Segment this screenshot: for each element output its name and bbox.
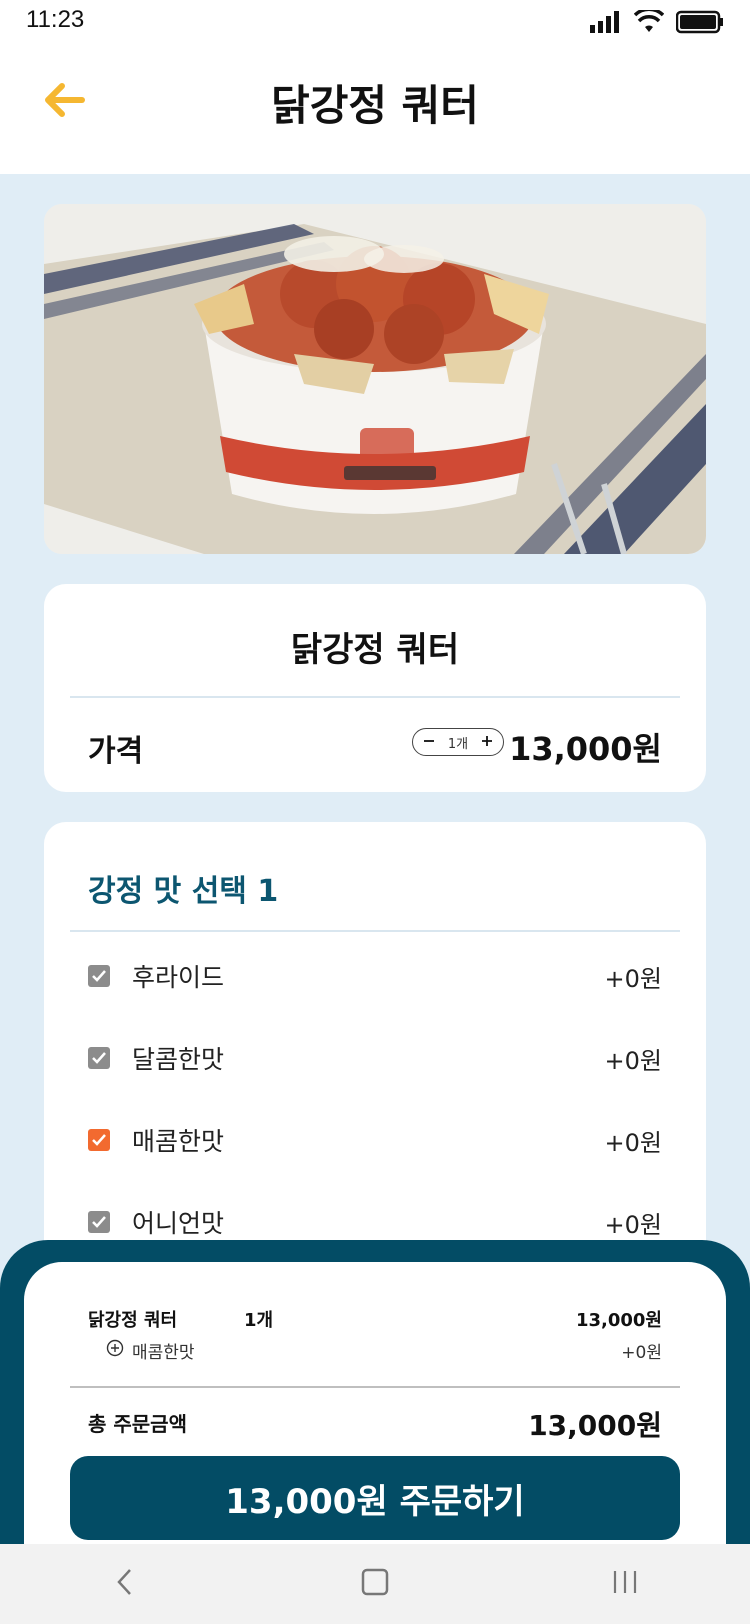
order-button[interactable]: 13,000원 주문하기 (70, 1456, 680, 1540)
minus-icon (423, 731, 435, 752)
header: 닭강정 쿼터 (0, 46, 750, 174)
summary-divider (70, 1386, 680, 1388)
quantity-stepper: 1개 (412, 728, 504, 756)
product-name: 닭강정 쿼터 (290, 630, 460, 670)
option-price: +0원 (604, 1128, 662, 1157)
divider (70, 930, 680, 932)
divider (70, 696, 680, 698)
option-label: 어니언맛 (132, 1209, 225, 1238)
checkbox[interactable] (88, 1047, 110, 1069)
quantity-value: 1개 (447, 736, 469, 752)
summary-item-price: 13,000원 (575, 1310, 662, 1331)
price-label: 가격 (88, 734, 144, 769)
product-card: 닭강정 쿼터 가격 1개 13,000원 (44, 584, 706, 792)
option-label: 달콤한맛 (132, 1045, 225, 1074)
total-value: 13,000원 (528, 1409, 662, 1442)
option-label: 매콤한맛 (132, 1127, 225, 1156)
chevron-left-icon (115, 1567, 135, 1601)
summary-item-name: 닭강정 쿼터 (88, 1310, 178, 1331)
checkbox[interactable] (88, 965, 110, 987)
recents-icon (612, 1569, 638, 1599)
page-title: 닭강정 쿼터 (271, 81, 479, 130)
total-label: 총 주문금액 (88, 1412, 187, 1436)
summary-option-price: +0원 (621, 1343, 662, 1363)
wifi-icon (633, 7, 665, 38)
option-item-spicy[interactable]: 매콤한맛 +0원 (88, 1120, 662, 1160)
summary-option-name: 매콤한맛 (132, 1343, 195, 1363)
option-price: +0원 (604, 1210, 662, 1239)
nav-back-button[interactable] (85, 1554, 165, 1614)
option-price: +0원 (604, 964, 662, 993)
summary-item-qty: 1개 (244, 1310, 274, 1331)
option-item-onion[interactable]: 어니언맛 +0원 (88, 1202, 662, 1242)
option-item-sweet[interactable]: 달콤한맛 +0원 (88, 1038, 662, 1078)
nav-home-button[interactable] (335, 1554, 415, 1614)
status-time: 11:23 (26, 6, 85, 33)
checkbox[interactable] (88, 1211, 110, 1233)
status-bar: 11:23 (0, 0, 750, 46)
options-card: 강정 맛 선택 1 후라이드 +0원 달콤한맛 +0원 매콤한맛 +0원 어니언… (44, 822, 706, 1262)
summary-option: 매콤한맛 (106, 1338, 195, 1363)
option-item-fried[interactable]: 후라이드 +0원 (88, 956, 662, 996)
plus-icon (481, 731, 493, 752)
product-price: 13,000원 (509, 730, 662, 768)
minus-button[interactable] (423, 733, 435, 751)
options-title: 강정 맛 선택 1 (88, 874, 279, 909)
status-icons (590, 7, 724, 38)
system-nav-bar (0, 1544, 750, 1624)
app-screen: 11:23 닭강정 쿼터 닭강정 쿼터 가격 1개 13,000원 강정 맛 선… (0, 0, 750, 1624)
option-label: 후라이드 (132, 963, 225, 992)
signal-icon (590, 11, 622, 37)
square-icon (361, 1568, 389, 1600)
nav-recents-button[interactable] (585, 1554, 665, 1614)
battery-icon (675, 10, 724, 38)
plus-circle-icon (106, 1339, 124, 1362)
checkbox-checked[interactable] (88, 1129, 110, 1151)
option-price: +0원 (604, 1046, 662, 1075)
product-image (44, 204, 706, 554)
plus-button[interactable] (481, 733, 493, 751)
